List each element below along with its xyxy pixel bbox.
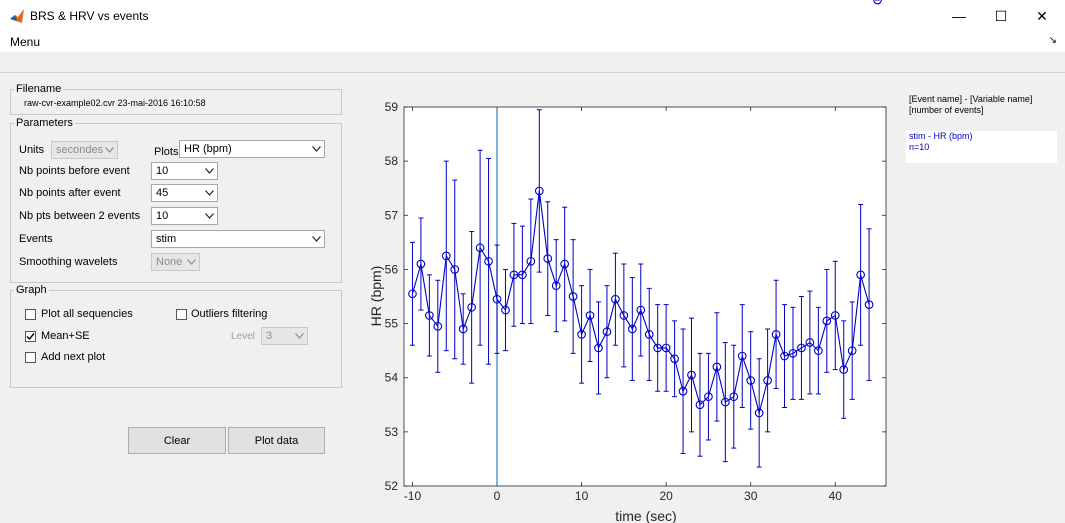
x-tick-label: 40 xyxy=(829,489,843,503)
x-tick-label: 0 xyxy=(494,489,501,503)
plot-area xyxy=(404,107,886,486)
legend-header-line1: [Event name] - [Variable name] xyxy=(909,94,1033,104)
y-tick-label: 54 xyxy=(385,371,399,385)
x-tick-label: -10 xyxy=(404,489,422,503)
y-tick-label: 59 xyxy=(385,100,399,114)
legend-header-line2: [number of events] xyxy=(909,105,984,115)
hr-chart: -10 0 10 20 30 40 52 53 54 55 56 57 58 59 HR (bpm) ti… xyxy=(368,0,887,523)
legend-entry-line1: stim - HR (bpm) xyxy=(909,131,973,141)
x-tick-label: 10 xyxy=(575,489,589,503)
x-tick-label: 20 xyxy=(659,489,673,503)
y-axis-label: HR (bpm) xyxy=(368,266,384,327)
y-tick-label: 53 xyxy=(385,425,399,439)
y-tick-label: 55 xyxy=(385,317,399,331)
x-tick-label: 30 xyxy=(744,489,758,503)
y-tick-label: 58 xyxy=(385,154,399,168)
y-tick-label: 57 xyxy=(385,208,399,222)
y-tick-label: 56 xyxy=(385,262,399,276)
x-axis-label: time (sec) xyxy=(615,508,676,523)
data-point xyxy=(873,0,882,5)
legend-entry-line2: n=10 xyxy=(909,142,930,152)
y-tick-label: 52 xyxy=(385,479,399,493)
